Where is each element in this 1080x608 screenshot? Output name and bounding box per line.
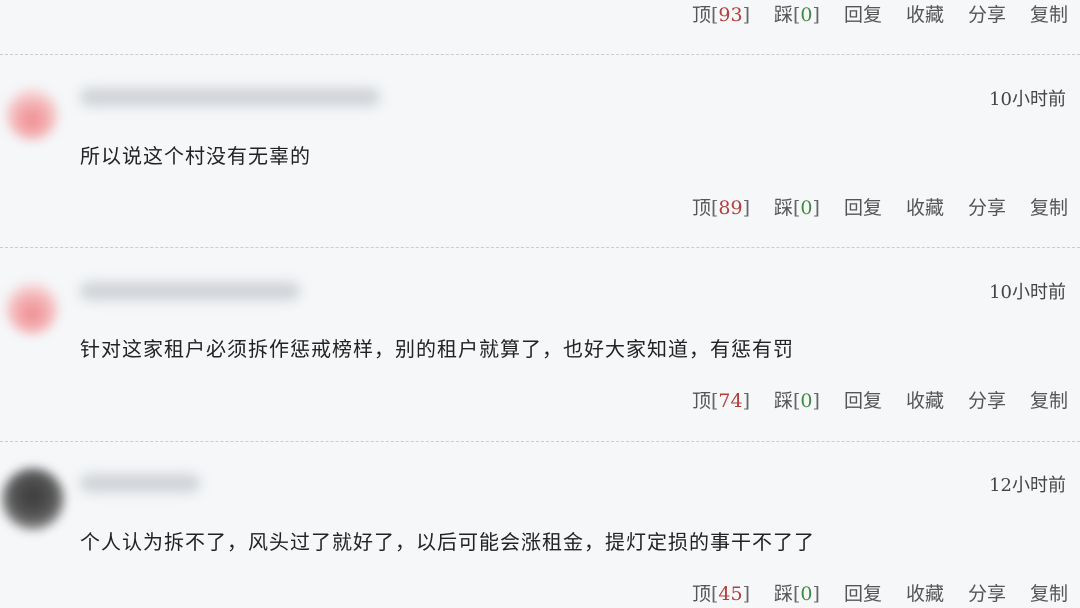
- downvote-label: 踩: [773, 4, 793, 26]
- avatar[interactable]: [6, 88, 58, 140]
- downvote-count: 0: [800, 197, 813, 219]
- upvote-bracket-close: ]: [742, 197, 750, 219]
- upvote-label: 顶: [691, 390, 711, 412]
- reply-button[interactable]: 回复: [844, 386, 882, 413]
- username-blurred[interactable]: [80, 474, 200, 492]
- comment-text: 个人认为拆不了，风头过了就好了，以后可能会涨租金，提灯定损的事干不了了: [80, 530, 815, 554]
- downvote-count: 0: [800, 583, 813, 605]
- upvote-count: 74: [718, 390, 743, 412]
- share-button[interactable]: 分享: [968, 386, 1006, 413]
- downvote-button[interactable]: 踩[0]: [774, 579, 820, 606]
- comment-timestamp: 10小时前: [989, 282, 1066, 303]
- upvote-button[interactable]: 顶[93]: [692, 0, 750, 27]
- action-bar: 顶[93] 踩[0] 回复 收藏 分享 复制: [692, 0, 1068, 27]
- share-button[interactable]: 分享: [968, 579, 1006, 606]
- upvote-bracket-close: ]: [742, 4, 750, 26]
- divider: [0, 441, 1080, 442]
- downvote-count: 0: [800, 390, 813, 412]
- username-blurred[interactable]: [80, 88, 380, 106]
- favorite-button[interactable]: 收藏: [906, 0, 944, 27]
- reply-button[interactable]: 回复: [844, 579, 882, 606]
- avatar[interactable]: [2, 468, 64, 530]
- divider: [0, 54, 1080, 55]
- copy-button[interactable]: 复制: [1030, 386, 1068, 413]
- downvote-button[interactable]: 踩[0]: [774, 193, 820, 220]
- upvote-bracket-close: ]: [742, 583, 750, 605]
- favorite-button[interactable]: 收藏: [906, 386, 944, 413]
- downvote-button[interactable]: 踩[0]: [774, 386, 820, 413]
- upvote-count: 93: [718, 4, 743, 26]
- comment-list: 顶[93] 踩[0] 回复 收藏 分享 复制 10小时前 所以说这个村没有无辜的…: [0, 0, 1080, 608]
- downvote-bracket-close: ]: [812, 390, 820, 412]
- comment-text: 所以说这个村没有无辜的: [80, 144, 311, 168]
- favorite-button[interactable]: 收藏: [906, 579, 944, 606]
- upvote-label: 顶: [691, 583, 711, 605]
- action-bar: 顶[74] 踩[0] 回复 收藏 分享 复制: [692, 386, 1068, 413]
- favorite-button[interactable]: 收藏: [906, 193, 944, 220]
- downvote-bracket-close: ]: [812, 583, 820, 605]
- reply-button[interactable]: 回复: [844, 193, 882, 220]
- upvote-button[interactable]: 顶[89]: [692, 193, 750, 220]
- downvote-bracket-close: ]: [812, 197, 820, 219]
- comment-timestamp: 10小时前: [989, 89, 1066, 110]
- username-blurred[interactable]: [80, 282, 300, 300]
- upvote-label: 顶: [691, 4, 711, 26]
- copy-button[interactable]: 复制: [1030, 0, 1068, 27]
- action-bar: 顶[89] 踩[0] 回复 收藏 分享 复制: [692, 193, 1068, 220]
- copy-button[interactable]: 复制: [1030, 579, 1068, 606]
- upvote-button[interactable]: 顶[74]: [692, 386, 750, 413]
- downvote-button[interactable]: 踩[0]: [774, 0, 820, 27]
- divider: [0, 247, 1080, 248]
- downvote-count: 0: [800, 4, 813, 26]
- comment-text: 针对这家租户必须拆作惩戒榜样，别的租户就算了，也好大家知道，有惩有罚: [80, 337, 794, 361]
- upvote-count: 45: [718, 583, 743, 605]
- comment-timestamp: 12小时前: [989, 475, 1066, 496]
- share-button[interactable]: 分享: [968, 0, 1006, 27]
- copy-button[interactable]: 复制: [1030, 193, 1068, 220]
- upvote-label: 顶: [691, 197, 711, 219]
- downvote-label: 踩: [773, 583, 793, 605]
- upvote-button[interactable]: 顶[45]: [692, 579, 750, 606]
- downvote-bracket-close: ]: [812, 4, 820, 26]
- downvote-label: 踩: [773, 390, 793, 412]
- avatar[interactable]: [6, 282, 58, 334]
- reply-button[interactable]: 回复: [844, 0, 882, 27]
- downvote-label: 踩: [773, 197, 793, 219]
- share-button[interactable]: 分享: [968, 193, 1006, 220]
- action-bar: 顶[45] 踩[0] 回复 收藏 分享 复制: [692, 579, 1068, 606]
- upvote-count: 89: [718, 197, 743, 219]
- upvote-bracket-close: ]: [742, 390, 750, 412]
